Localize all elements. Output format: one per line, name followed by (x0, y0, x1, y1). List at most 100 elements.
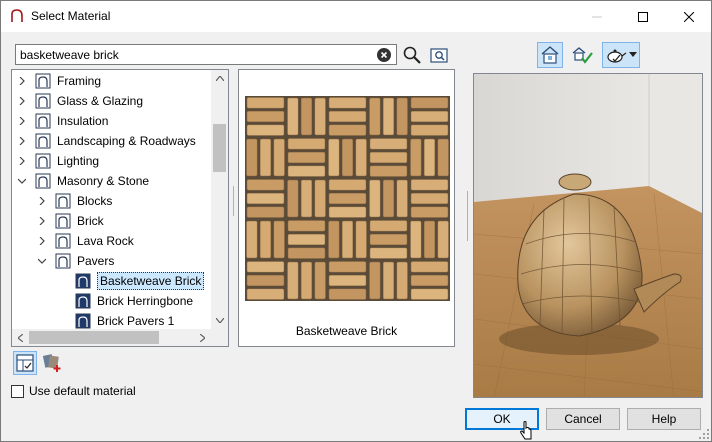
minimize-icon (592, 16, 602, 17)
search-in-library-button[interactable] (428, 44, 450, 66)
splitter-handle-2[interactable] (466, 191, 469, 241)
house-check-icon (572, 47, 593, 64)
tree-horizontal-scrollbar[interactable] (12, 329, 211, 346)
preview-object-dropdown[interactable] (602, 42, 640, 68)
brick-tile (287, 233, 326, 246)
brick-tile (273, 138, 285, 177)
resize-grip-icon[interactable] (699, 429, 709, 439)
room-icon (541, 46, 559, 64)
expand-chevron-down-icon[interactable] (17, 171, 27, 191)
tree-view-icon (16, 354, 34, 372)
tree-item[interactable]: Lighting (12, 151, 212, 171)
brick-tile (259, 138, 272, 177)
brick-tile (437, 220, 449, 259)
brick-tile (246, 261, 285, 273)
expand-chevron-right-icon[interactable] (17, 151, 27, 171)
brick-tile (328, 274, 367, 287)
maximize-button[interactable] (620, 1, 666, 32)
tree-item[interactable]: Brick Herringbone (12, 291, 212, 311)
tree-item[interactable]: Brick Pavers 1 (12, 311, 212, 331)
window-title: Select Material (31, 9, 111, 23)
brick-tile (246, 110, 285, 123)
title-bar[interactable]: Select Material (1, 1, 711, 32)
splitter-handle[interactable] (232, 186, 235, 216)
use-default-material-label[interactable]: Use default material (29, 384, 136, 398)
app-logo-icon (11, 9, 23, 22)
material-icon (75, 273, 91, 289)
tree-vertical-scrollbar[interactable] (211, 70, 228, 329)
brick-tile (246, 124, 285, 136)
brick-tile (410, 220, 422, 259)
expand-chevron-right-icon[interactable] (17, 111, 27, 131)
tree-item-label: Blocks (77, 194, 113, 208)
expand-chevron-down-icon[interactable] (37, 251, 47, 271)
brick-tile (410, 97, 449, 109)
tree-item-label: Basketweave Brick (97, 272, 205, 290)
3d-preview-render[interactable] (473, 73, 703, 398)
brick-tile (410, 288, 449, 300)
brick-tile (369, 247, 408, 259)
help-button[interactable]: Help (627, 408, 701, 430)
scroll-left-button[interactable] (12, 329, 29, 346)
tree-item[interactable]: Lava Rock (12, 231, 212, 251)
brick-tile (287, 247, 326, 259)
material-add-icon (42, 354, 61, 372)
tree-item[interactable]: Landscaping & Roadways (12, 131, 212, 151)
expand-chevron-right-icon[interactable] (37, 191, 47, 211)
dropdown-arrow-icon (629, 52, 637, 57)
scroll-down-button[interactable] (211, 312, 228, 329)
maximize-icon (638, 11, 648, 22)
brick-tile (300, 97, 313, 136)
tree-item-label: Landscaping & Roadways (57, 134, 196, 148)
view-room-button[interactable] (537, 42, 563, 68)
category-folder-icon (55, 213, 71, 229)
search-button[interactable] (401, 44, 423, 66)
horizontal-scroll-thumb[interactable] (29, 331, 159, 344)
category-folder-icon (35, 73, 51, 89)
tree-item[interactable]: Brick (12, 211, 212, 231)
cancel-button[interactable]: Cancel (546, 408, 620, 430)
tree-item[interactable]: Insulation (12, 111, 212, 131)
scroll-right-button[interactable] (194, 329, 211, 346)
scroll-up-button[interactable] (211, 70, 228, 87)
expand-chevron-right-icon[interactable] (17, 71, 27, 91)
material-icon (75, 313, 91, 329)
brick-tile (369, 97, 381, 136)
brick-tile (300, 261, 313, 300)
brick-tile (369, 165, 408, 177)
material-tree[interactable]: Framing Glass & Glazing Insulation Landscap… (11, 69, 229, 347)
tree-item[interactable]: Pavers (12, 251, 212, 271)
tree-item[interactable]: Glass & Glazing (12, 91, 212, 111)
brick-tile (246, 138, 258, 177)
brick-tile (287, 138, 326, 150)
brick-tile (314, 179, 326, 218)
brick-tile (287, 179, 299, 218)
search-input[interactable] (18, 47, 368, 63)
expand-chevron-right-icon[interactable] (17, 131, 27, 151)
brick-tile (287, 97, 299, 136)
tree-item-label: Pavers (77, 254, 115, 268)
tree-item[interactable]: Framing (12, 71, 212, 91)
select-material-dialog: Select Material basketweave brick Framin… (0, 0, 712, 442)
tree-item-label: Masonry & Stone (57, 174, 150, 188)
use-default-material-checkbox[interactable] (11, 385, 24, 398)
expand-chevron-right-icon[interactable] (17, 91, 27, 111)
scroll-thumb[interactable] (213, 124, 226, 172)
tree-item[interactable]: Basketweave Brick (12, 271, 212, 291)
add-material-button[interactable] (41, 351, 65, 375)
minimize-button[interactable] (574, 1, 620, 32)
category-folder-icon (35, 93, 51, 109)
tree-item[interactable]: Masonry & Stone (12, 171, 212, 191)
brick-tile (287, 220, 326, 232)
tree-item[interactable]: Blocks (12, 191, 212, 211)
brick-tile (410, 206, 449, 218)
tree-view-toggle-button[interactable] (13, 351, 37, 375)
apply-material-button[interactable] (571, 44, 593, 66)
expand-chevron-right-icon[interactable] (37, 231, 47, 251)
chevron-up-icon (215, 76, 224, 81)
brick-tile (314, 97, 326, 136)
tree-item-label: Brick Pavers 1 (97, 314, 175, 328)
clear-search-button[interactable] (377, 48, 391, 62)
expand-chevron-right-icon[interactable] (37, 211, 47, 231)
close-button[interactable] (666, 1, 712, 32)
